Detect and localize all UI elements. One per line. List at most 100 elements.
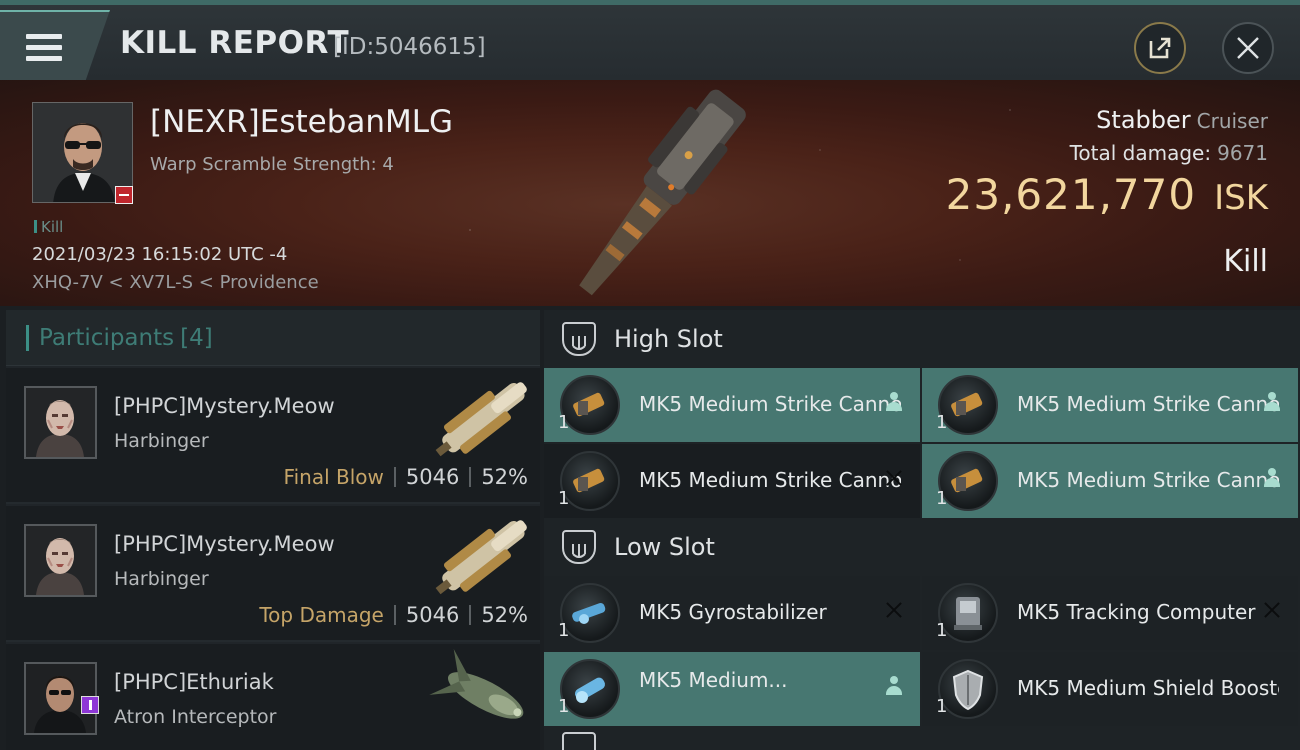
participant-damage: 5046 [405, 603, 460, 627]
warp-scramble-strength: Warp Scramble Strength: 4 [150, 154, 394, 175]
victim-ship-image[interactable] [540, 86, 780, 304]
menu-icon [26, 34, 62, 62]
isk-value-line: 23,621,770 ISK [946, 170, 1268, 219]
fitting-panel: High Slot 1 MK5 Medium Strike Cannon 1 M… [544, 310, 1300, 750]
module-name: MK5 Medium Shield Booster [1017, 676, 1279, 700]
module-slot[interactable]: 1 MK5 Medium Shield Booster [922, 652, 1298, 726]
participant-name[interactable]: [PHPC]Mystery.Meow [114, 394, 335, 418]
title-bar: KILL REPORT [ID:5046615] [0, 0, 1300, 80]
divider [393, 605, 396, 625]
divider [393, 467, 396, 487]
pilot-icon [1260, 466, 1284, 490]
ship-name: Stabber [1096, 106, 1191, 134]
corp-badge [115, 186, 133, 204]
participant-percent: 52% [481, 465, 528, 489]
isk-unit: ISK [1214, 178, 1268, 218]
victim-name[interactable]: [NEXR]EstebanMLG [150, 104, 453, 140]
pilot-icon [882, 390, 906, 414]
kill-tag: Kill [34, 218, 63, 236]
participant-name[interactable]: [PHPC]Mystery.Meow [114, 532, 335, 556]
module-slot[interactable]: 1 MK5 Medium... [544, 652, 920, 726]
portrait-image [26, 526, 95, 595]
share-button[interactable] [1134, 22, 1186, 74]
alliance-badge [81, 696, 99, 714]
page-title: KILL REPORT [120, 25, 350, 61]
participant-damage: 5046 [405, 465, 460, 489]
module-name: MK5 Medium Strike Cannon [639, 392, 901, 416]
module-slot[interactable]: 1 MK5 Medium Strike Cannon [544, 368, 920, 442]
close-button[interactable] [1222, 22, 1274, 74]
slot-icon [562, 732, 596, 750]
participant-percent: 52% [481, 603, 528, 627]
module-name: MK5 Medium Strike Cannon [639, 468, 901, 492]
module-slot[interactable]: 1 MK5 Medium Strike Cannon [544, 444, 920, 518]
module-quantity: 1 [558, 620, 570, 641]
share-icon [1149, 37, 1171, 59]
low-slot-title: Low Slot [614, 533, 715, 561]
module-quantity: 1 [936, 488, 948, 509]
participant-ship-image [435, 382, 527, 457]
ship-class: Cruiser [1196, 109, 1268, 133]
participants-title: Participants [39, 324, 175, 351]
module-name: MK5 Tracking Computer [1017, 600, 1256, 624]
portrait-image [26, 388, 95, 457]
menu-button[interactable] [0, 10, 110, 80]
kill-location[interactable]: XHQ-7V < XV7L-S < Providence [32, 272, 319, 293]
ship-type[interactable]: Stabber Cruiser [1096, 106, 1268, 134]
module-slot[interactable]: 1 MK5 Tracking Computer [922, 576, 1298, 650]
close-icon [1237, 37, 1259, 59]
kill-datetime: 2021/03/23 16:15:02 UTC -4 [32, 244, 288, 265]
x-icon [1260, 598, 1284, 622]
module-name: MK5 Medium Strike Cannon [1017, 392, 1279, 416]
high-slot-header: High Slot [544, 310, 1300, 368]
module-quantity: 1 [558, 412, 570, 433]
participant-ship: Harbinger [114, 568, 209, 590]
participant-ship-image [435, 520, 527, 595]
isk-value: 23,621,770 [945, 170, 1197, 219]
participants-count: [4] [180, 324, 213, 351]
participant-row[interactable]: [PHPC]Mystery.Meow Harbinger Top Damage … [6, 506, 540, 642]
module-quantity: 1 [936, 412, 948, 433]
participant-portrait[interactable] [24, 524, 97, 597]
mid-slot-header [544, 728, 1300, 750]
participant-ship: Harbinger [114, 430, 209, 452]
x-icon [882, 466, 906, 490]
low-slot-header: Low Slot [544, 518, 1300, 576]
participant-ship-image [429, 648, 524, 719]
module-quantity: 1 [936, 620, 948, 641]
module-quantity: 1 [936, 696, 948, 717]
participant-portrait[interactable] [24, 386, 97, 459]
module-slot[interactable]: 1 MK5 Medium Strike Cannon [922, 444, 1298, 518]
participant-stats: Top Damage 5046 52% [259, 603, 528, 627]
module-name: MK5 Medium Strike Cannon [1017, 468, 1279, 492]
module-slot[interactable]: 1 MK5 Medium Strike Cannon [922, 368, 1298, 442]
pilot-icon [882, 674, 906, 698]
total-damage: Total damage: 9671 [1070, 141, 1268, 165]
participant-row[interactable]: [PHPC]Ethuriak Atron Interceptor [6, 644, 540, 750]
x-icon [882, 598, 906, 622]
module-quantity: 1 [558, 696, 570, 717]
participant-name[interactable]: [PHPC]Ethuriak [114, 670, 274, 694]
participant-row[interactable]: [PHPC]Mystery.Meow Harbinger Final Blow … [6, 368, 540, 504]
pilot-icon [1260, 390, 1284, 414]
victim-panel: [NEXR]EstebanMLG Warp Scramble Strength:… [0, 80, 1300, 306]
report-id: [ID:5046615] [333, 34, 486, 60]
divider [469, 467, 472, 487]
module-slot[interactable]: 1 MK5 Gyrostabilizer [544, 576, 920, 650]
kill-result: Kill [1223, 244, 1268, 279]
damage-value: 9671 [1217, 141, 1268, 165]
high-slot-title: High Slot [614, 325, 723, 353]
module-name: MK5 Medium... [639, 668, 788, 692]
participant-role: Top Damage [259, 603, 384, 627]
module-quantity: 1 [558, 488, 570, 509]
participants-header: Participants [4] [6, 310, 540, 366]
participant-role: Final Blow [283, 465, 384, 489]
module-name: MK5 Gyrostabilizer [639, 600, 827, 624]
slot-icon [562, 322, 596, 356]
participant-stats: Final Blow 5046 52% [284, 465, 528, 489]
participant-ship: Atron Interceptor [114, 706, 277, 728]
divider [469, 605, 472, 625]
slot-icon [562, 530, 596, 564]
accent-bar [26, 324, 29, 351]
participants-panel: Participants [4] [PHPC]Mystery.Meow Harb… [6, 310, 540, 750]
